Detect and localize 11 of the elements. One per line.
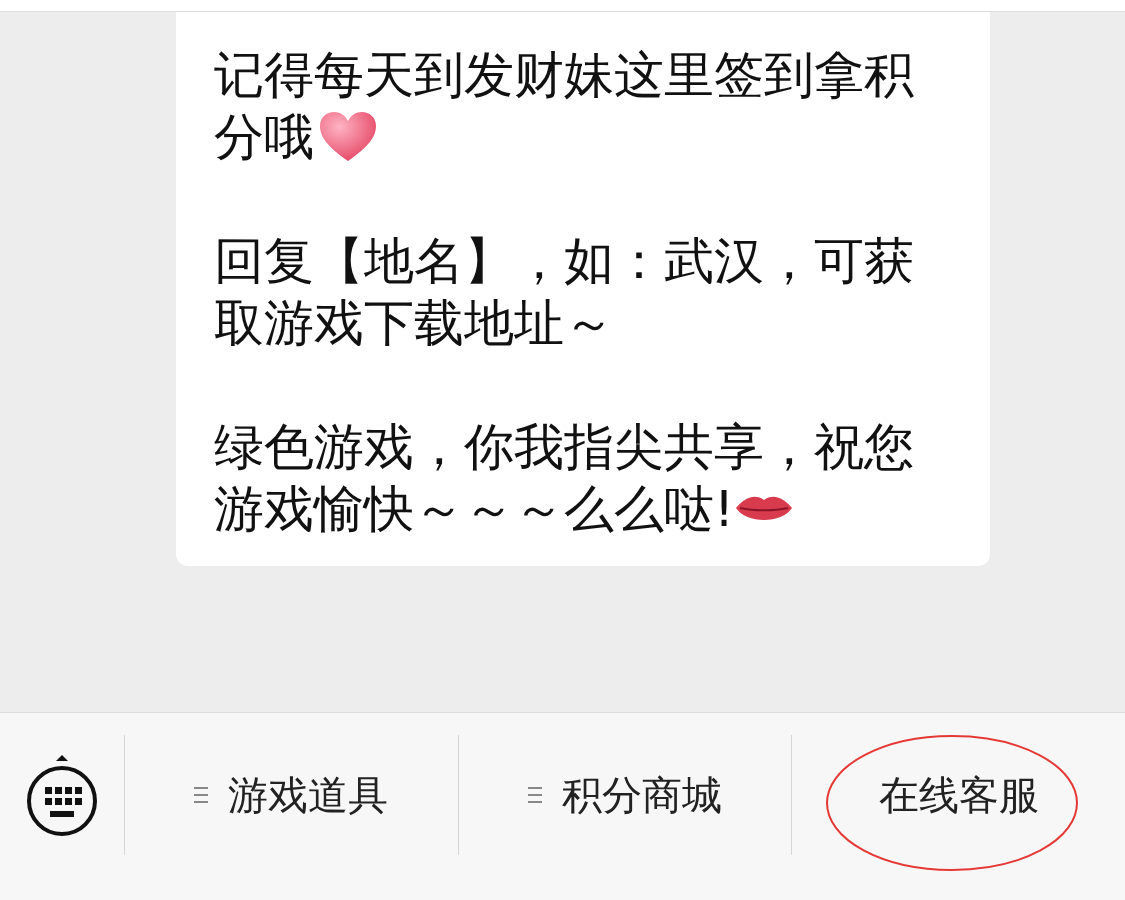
message-text: 游戏愉快～～～么么哒!: [214, 479, 735, 540]
message-text: 回复【地名】，如：武汉，可获: [214, 231, 914, 292]
message-text: 取游戏下载地址～: [214, 293, 614, 354]
menu-item[interactable]: 积分商城: [528, 765, 722, 825]
message-text: 分哦: [214, 107, 314, 168]
menu-icon: [528, 786, 542, 804]
menu-icon: [194, 786, 209, 804]
message-text: 记得每天到发财妹这里签到拿积: [214, 45, 914, 106]
menu-item[interactable]: 游戏道具: [194, 765, 389, 825]
message-text: 绿色游戏，你我指尖共享，祝您: [214, 417, 914, 478]
heart-icon: [318, 111, 378, 163]
